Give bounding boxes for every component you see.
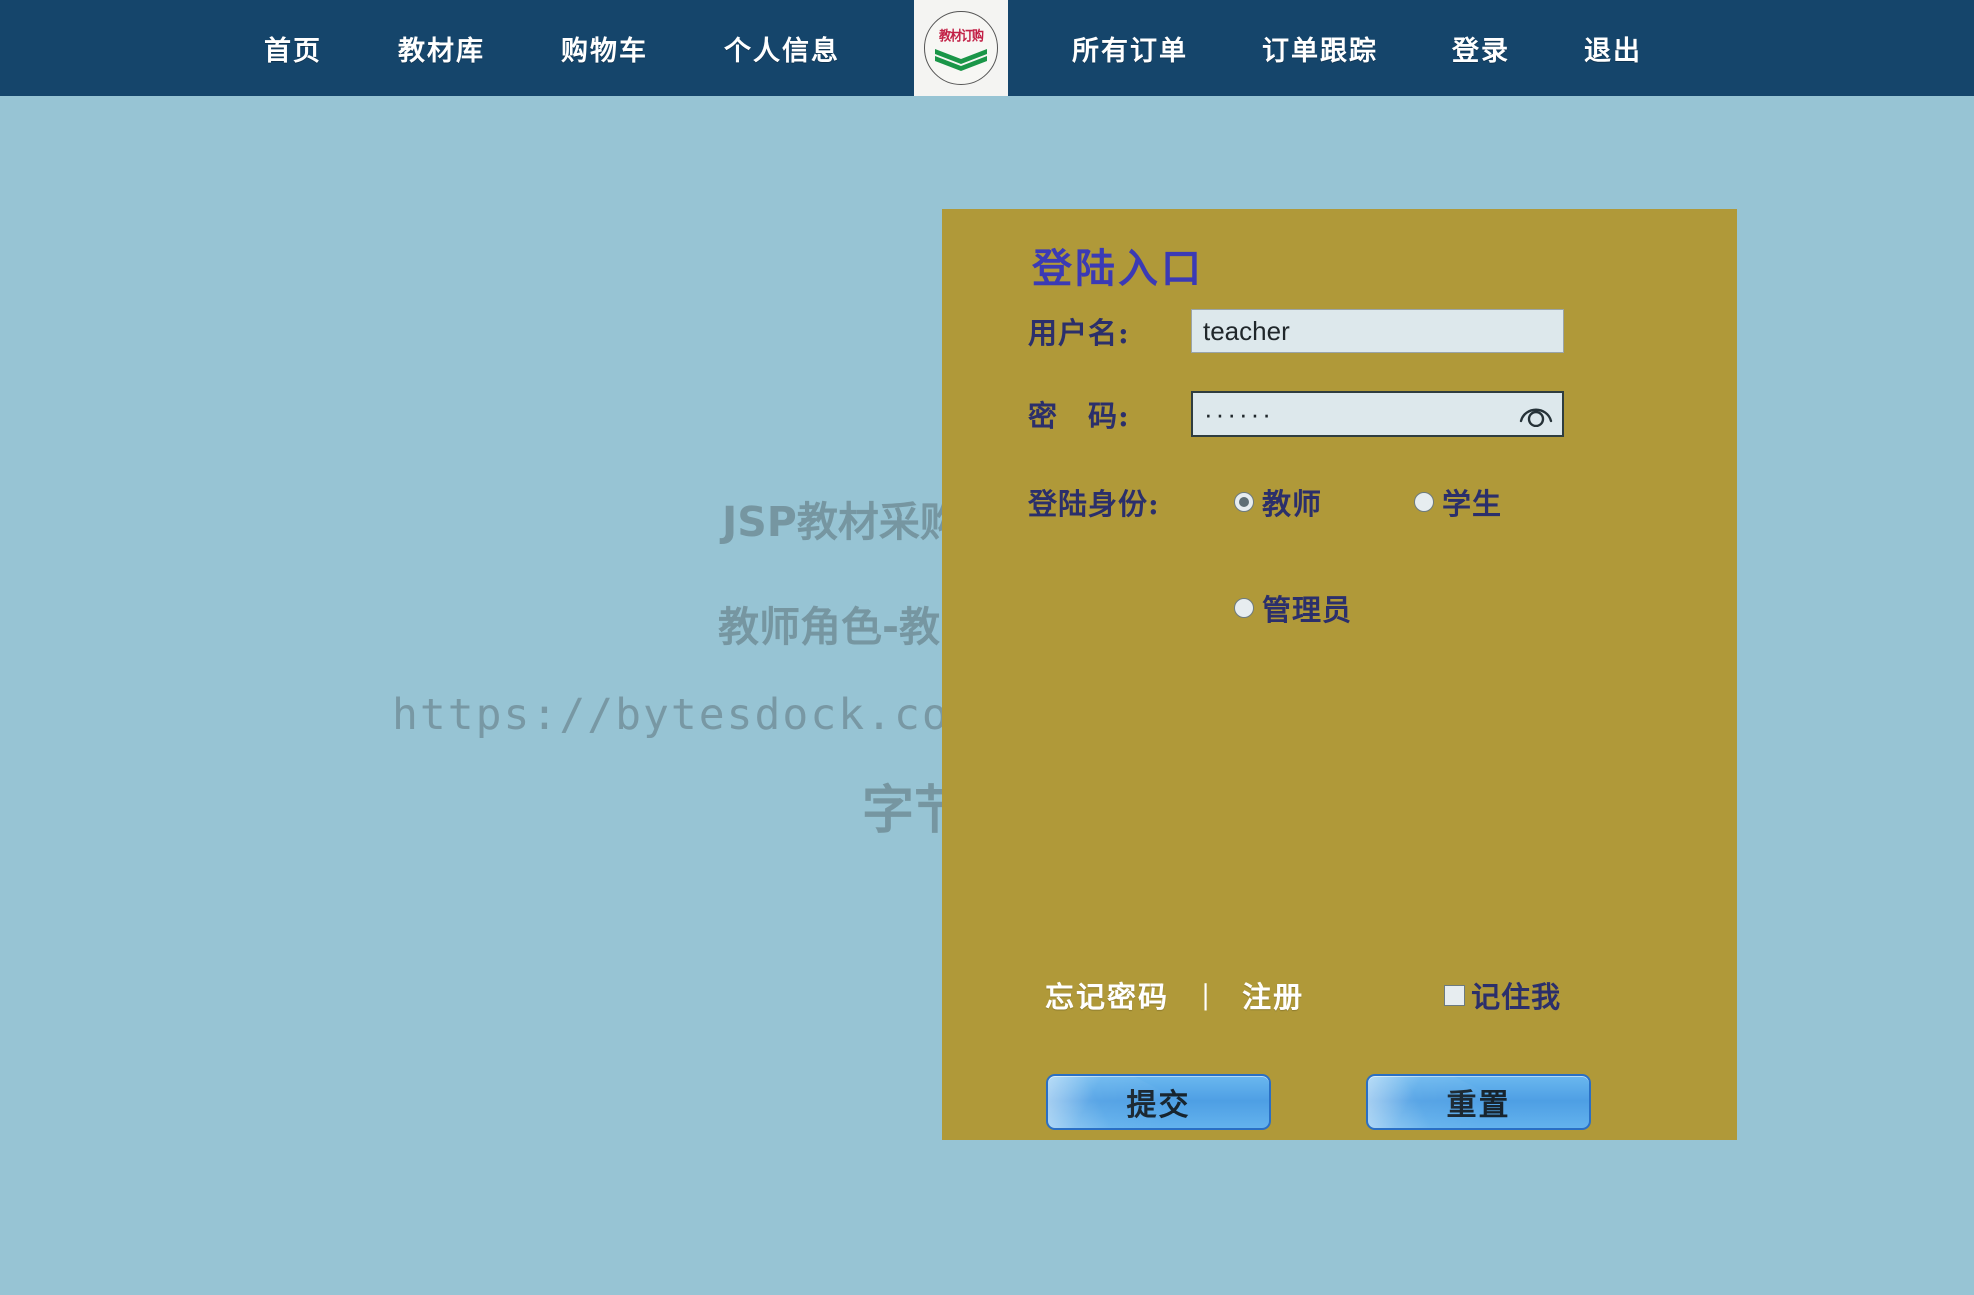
username-row: 用户名: xyxy=(1028,309,1564,353)
remember-me-label: 记住我 xyxy=(1471,980,1562,1014)
password-label: 密 码: xyxy=(1028,399,1130,433)
password-row: 密 码: xyxy=(1028,391,1564,437)
logo-circle: 教材订购 xyxy=(924,11,998,85)
radio-teacher-label: 教师 xyxy=(1262,487,1323,521)
nav-item-textbook-library[interactable]: 教材库 xyxy=(396,23,487,74)
identity-label: 登陆身份: xyxy=(1028,487,1160,521)
password-input[interactable] xyxy=(1191,391,1564,437)
radio-admin-indicator[interactable] xyxy=(1234,598,1254,618)
radio-admin-label: 管理员 xyxy=(1262,593,1353,627)
nav-item-shopping-cart[interactable]: 购物车 xyxy=(559,23,650,74)
nav-item-login[interactable]: 登录 xyxy=(1450,23,1512,74)
nav-item-order-tracking[interactable]: 订单跟踪 xyxy=(1260,23,1380,74)
reset-button[interactable]: 重置 xyxy=(1366,1074,1591,1130)
username-label: 用户名: xyxy=(1028,316,1130,350)
forgot-password-link[interactable]: 忘记密码 xyxy=(1045,974,1169,1016)
login-panel-title: 登陆入口 xyxy=(1032,245,1204,292)
login-button-row: 提交 重置 xyxy=(1046,1074,1686,1130)
identity-row: 登陆身份: 教师 学生 xyxy=(1028,481,1502,523)
submit-button[interactable]: 提交 xyxy=(1046,1074,1271,1130)
nav-item-logout[interactable]: 退出 xyxy=(1582,23,1644,74)
password-field-wrapper xyxy=(1191,391,1564,437)
nav-item-home[interactable]: 首页 xyxy=(262,23,324,74)
login-panel: 登陆入口 用户名: 密 码: 登陆身份: 教师 学生 xyxy=(942,209,1737,1140)
nav-right-group: 所有订单 订单跟踪 登录 退出 xyxy=(1070,0,1714,96)
site-logo[interactable]: 教材订购 xyxy=(914,0,1008,96)
register-link[interactable]: 注册 xyxy=(1242,974,1304,1016)
username-input[interactable] xyxy=(1191,309,1564,353)
links-separator: | xyxy=(1201,979,1211,1011)
nav-left-group: 首页 教材库 购物车 个人信息 xyxy=(262,0,914,96)
login-links-row: 忘记密码 | 注册 记住我 xyxy=(1045,974,1665,1016)
remember-me-box[interactable] xyxy=(1444,984,1466,1006)
radio-option-teacher[interactable]: 教师 xyxy=(1234,481,1322,523)
identity-row-secondary: 管理员 xyxy=(1234,587,1352,629)
radio-student-label: 学生 xyxy=(1442,487,1503,521)
radio-option-admin[interactable]: 管理员 xyxy=(1234,587,1352,629)
top-navigation-bar: 首页 教材库 购物车 个人信息 教材订购 所有订单 订单跟踪 登录 退出 xyxy=(0,0,1974,96)
radio-option-student[interactable]: 学生 xyxy=(1414,481,1502,523)
radio-student-indicator[interactable] xyxy=(1414,492,1435,512)
nav-item-personal-info[interactable]: 个人信息 xyxy=(722,23,842,74)
radio-teacher-indicator[interactable] xyxy=(1234,492,1254,512)
nav-item-all-orders[interactable]: 所有订单 xyxy=(1070,23,1190,74)
eye-icon[interactable] xyxy=(1519,401,1553,428)
open-book-icon xyxy=(935,49,987,71)
logo-text: 教材订购 xyxy=(938,28,984,45)
remember-me-checkbox[interactable]: 记住我 xyxy=(1444,974,1561,1016)
